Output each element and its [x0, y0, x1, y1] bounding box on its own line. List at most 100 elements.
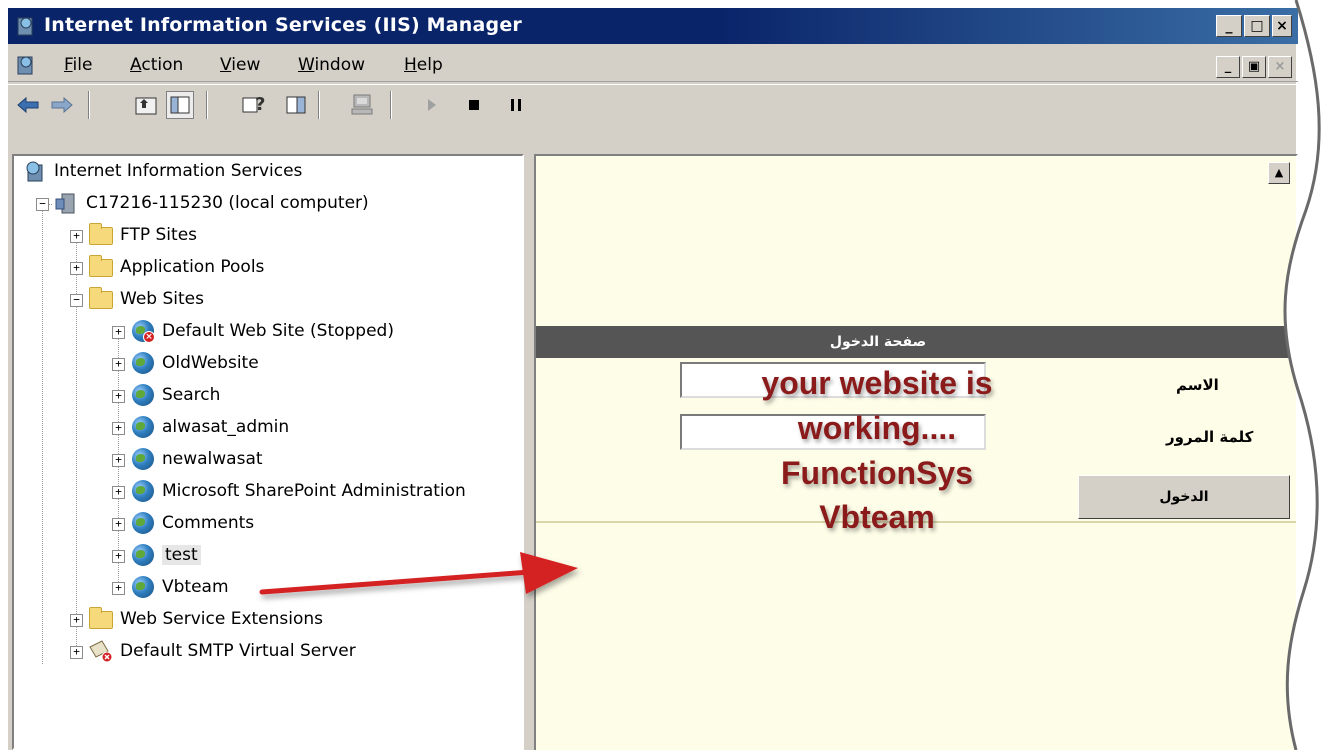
help-icon[interactable]: ? — [240, 91, 268, 119]
pane-splitter[interactable] — [524, 154, 534, 750]
login-header: صفحة الدخول — [536, 326, 1296, 358]
window-title: Internet Information Services (IIS) Mana… — [44, 14, 522, 36]
tree-label: Internet Information Services — [54, 161, 303, 181]
iis-app-icon — [17, 17, 33, 36]
tree-node-site[interactable]: Microsoft SharePoint Administration — [130, 478, 466, 504]
annotation-line: Vbteam — [819, 499, 935, 535]
tree-node-web-service-extensions[interactable]: Web Service Extensions — [88, 606, 323, 632]
expand-icon[interactable]: + — [70, 230, 83, 243]
expand-icon[interactable]: + — [112, 550, 125, 563]
login-button[interactable]: الدخول — [1078, 475, 1290, 519]
tree-label: Default Web Site (Stopped) — [162, 321, 394, 341]
back-arrow-icon[interactable] — [14, 91, 42, 119]
collapse-icon[interactable]: − — [36, 198, 49, 211]
minimize-button[interactable]: _ — [1216, 15, 1242, 37]
menu-file[interactable]: File — [64, 55, 92, 75]
menu-action[interactable]: Action — [130, 55, 183, 75]
tree-pane: Internet Information Services − C17216-1… — [12, 154, 524, 750]
tree-node-site[interactable]: Search — [130, 382, 220, 408]
menu-bar: File Action View Window Help _ ▣ × — [8, 48, 1298, 82]
tree-label: Search — [162, 385, 221, 405]
tree-node-site[interactable]: Comments — [130, 510, 254, 536]
expand-icon[interactable]: + — [70, 646, 83, 659]
expand-icon[interactable]: + — [70, 614, 83, 627]
expand-icon[interactable]: + — [112, 326, 125, 339]
website-globe-icon — [130, 447, 156, 471]
tree-label: Vbteam — [162, 577, 229, 597]
tree-node-computer[interactable]: C17216-115230 (local computer) — [54, 190, 369, 216]
tree-node-site[interactable]: alwasat_admin — [130, 414, 289, 440]
tree-label: Application Pools — [120, 257, 265, 277]
folder-icon — [88, 255, 114, 279]
title-bar[interactable]: Internet Information Services (IIS) Mana… — [8, 8, 1298, 44]
smtp-stopped-icon — [88, 639, 114, 663]
expand-icon[interactable]: + — [112, 454, 125, 467]
tree-label: alwasat_admin — [162, 417, 290, 437]
menu-window[interactable]: Window — [298, 55, 365, 75]
iis-manager-window: Internet Information Services (IIS) Mana… — [6, 8, 1298, 750]
tree-node-site[interactable]: newalwasat — [130, 446, 263, 472]
tree-label: test — [162, 545, 201, 565]
annotation-line: your website is — [761, 365, 993, 401]
content-pane: ▲ صفحة الدخول الاسم كلمة المرور الدخول — [534, 154, 1298, 750]
tree-label: Web Sites — [120, 289, 204, 309]
up-folder-icon[interactable] — [132, 91, 160, 119]
website-globe-icon — [130, 383, 156, 407]
tree-label: newalwasat — [162, 449, 263, 469]
forward-arrow-icon[interactable] — [48, 91, 76, 119]
child-close-button[interactable]: × — [1268, 56, 1292, 78]
computer-icon[interactable] — [348, 91, 376, 119]
tree-label: OldWebsite — [162, 353, 259, 373]
name-label: الاسم — [1176, 376, 1219, 394]
annotation-line: FunctionSys — [780, 455, 973, 491]
expand-icon[interactable]: + — [112, 518, 125, 531]
collapse-icon[interactable]: − — [70, 294, 83, 307]
website-globe-icon — [130, 511, 156, 535]
tree-label: Comments — [162, 513, 255, 533]
play-icon[interactable] — [418, 91, 446, 119]
scroll-up-button[interactable]: ▲ — [1268, 162, 1290, 184]
tree-node-application-pools[interactable]: Application Pools — [88, 254, 264, 280]
svg-text:?: ? — [255, 94, 265, 115]
tree-node-web-sites[interactable]: Web Sites — [88, 286, 204, 312]
website-globe-icon — [130, 351, 156, 375]
stop-icon[interactable] — [460, 91, 488, 119]
expand-icon[interactable]: + — [112, 486, 125, 499]
expand-icon[interactable]: + — [112, 422, 125, 435]
action-pane-icon[interactable] — [282, 91, 310, 119]
tree-node-root[interactable]: Internet Information Services — [22, 158, 302, 184]
expand-icon[interactable]: + — [112, 390, 125, 403]
close-button[interactable]: × — [1272, 15, 1292, 37]
website-globe-icon — [130, 479, 156, 503]
tree-node-ftp-sites[interactable]: FTP Sites — [88, 222, 197, 248]
show-hide-tree-icon[interactable] — [166, 91, 194, 119]
folder-icon — [88, 607, 114, 631]
menu-view[interactable]: View — [220, 55, 260, 75]
iis-root-icon — [22, 159, 48, 183]
tree-node-site[interactable]: OldWebsite — [130, 350, 259, 376]
expand-icon[interactable]: + — [70, 262, 83, 275]
website-globe-icon — [130, 575, 156, 599]
password-label: كلمة المرور — [1166, 428, 1254, 446]
folder-icon — [88, 223, 114, 247]
maximize-button[interactable]: □ — [1244, 15, 1270, 37]
website-globe-icon — [130, 415, 156, 439]
tree-label: Default SMTP Virtual Server — [120, 641, 356, 661]
folder-open-icon — [88, 287, 114, 311]
expand-icon[interactable]: + — [112, 358, 125, 371]
tree-label: FTP Sites — [120, 225, 198, 245]
toolbar: ? — [8, 84, 1298, 154]
tree-node-site[interactable]: test — [130, 542, 201, 568]
tree-label: Web Service Extensions — [120, 609, 324, 629]
child-restore-button[interactable]: ▣ — [1242, 56, 1266, 78]
system-menu-icon[interactable] — [16, 54, 36, 76]
child-minimize-button[interactable]: _ — [1216, 56, 1240, 78]
tree-node-smtp[interactable]: Default SMTP Virtual Server — [88, 638, 356, 664]
menu-help[interactable]: Help — [404, 55, 443, 75]
server-icon — [54, 191, 80, 215]
annotation-line: working.... — [797, 410, 957, 446]
pause-icon[interactable] — [502, 91, 530, 119]
tree-node-site[interactable]: Vbteam — [130, 574, 229, 600]
tree-node-site[interactable]: × Default Web Site (Stopped) — [130, 318, 394, 344]
expand-icon[interactable]: + — [112, 582, 125, 595]
